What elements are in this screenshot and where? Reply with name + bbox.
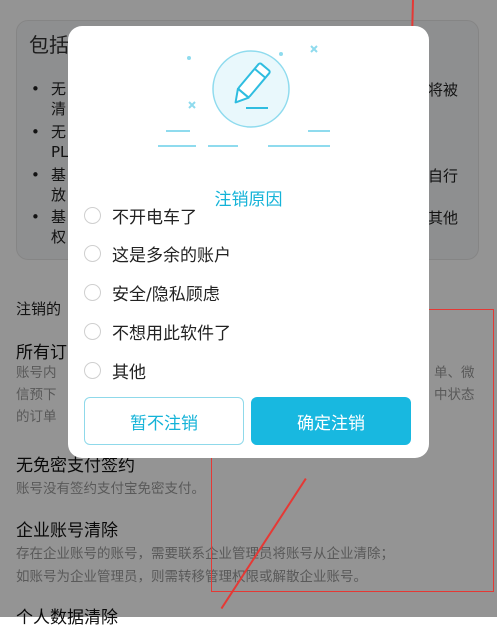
reason-option-privacy[interactable]: 安全/隐私顾虑 xyxy=(84,279,220,305)
reason-option-other[interactable]: 其他 xyxy=(84,357,146,383)
reason-option-label: 这是多余的账户 xyxy=(112,245,231,266)
radio-button[interactable] xyxy=(84,283,101,301)
radio-button[interactable] xyxy=(84,361,101,379)
cancel-button[interactable]: 暂不注销 xyxy=(84,397,244,445)
reason-option-label: 不想用此软件了 xyxy=(112,323,231,344)
cancellation-reason-dialog: 注销原因 不开电车了 这是多余的账户 安全/隐私顾虑 不想用此软件了 其他 暂不… xyxy=(68,26,429,458)
reason-option-no-ev[interactable]: 不开电车了 xyxy=(84,202,197,228)
pencil-edit-icon xyxy=(158,45,330,147)
reason-option-label: 其他 xyxy=(112,362,146,383)
reason-option-redundant-account[interactable]: 这是多余的账户 xyxy=(84,240,231,266)
radio-button[interactable] xyxy=(84,244,101,262)
radio-button[interactable] xyxy=(84,206,101,224)
reason-option-label: 不开电车了 xyxy=(112,207,197,228)
reason-option-label: 安全/隐私顾虑 xyxy=(112,284,220,305)
confirm-button[interactable]: 确定注销 xyxy=(251,397,411,445)
radio-button[interactable] xyxy=(84,322,101,340)
reason-option-stop-using[interactable]: 不想用此软件了 xyxy=(84,318,231,344)
